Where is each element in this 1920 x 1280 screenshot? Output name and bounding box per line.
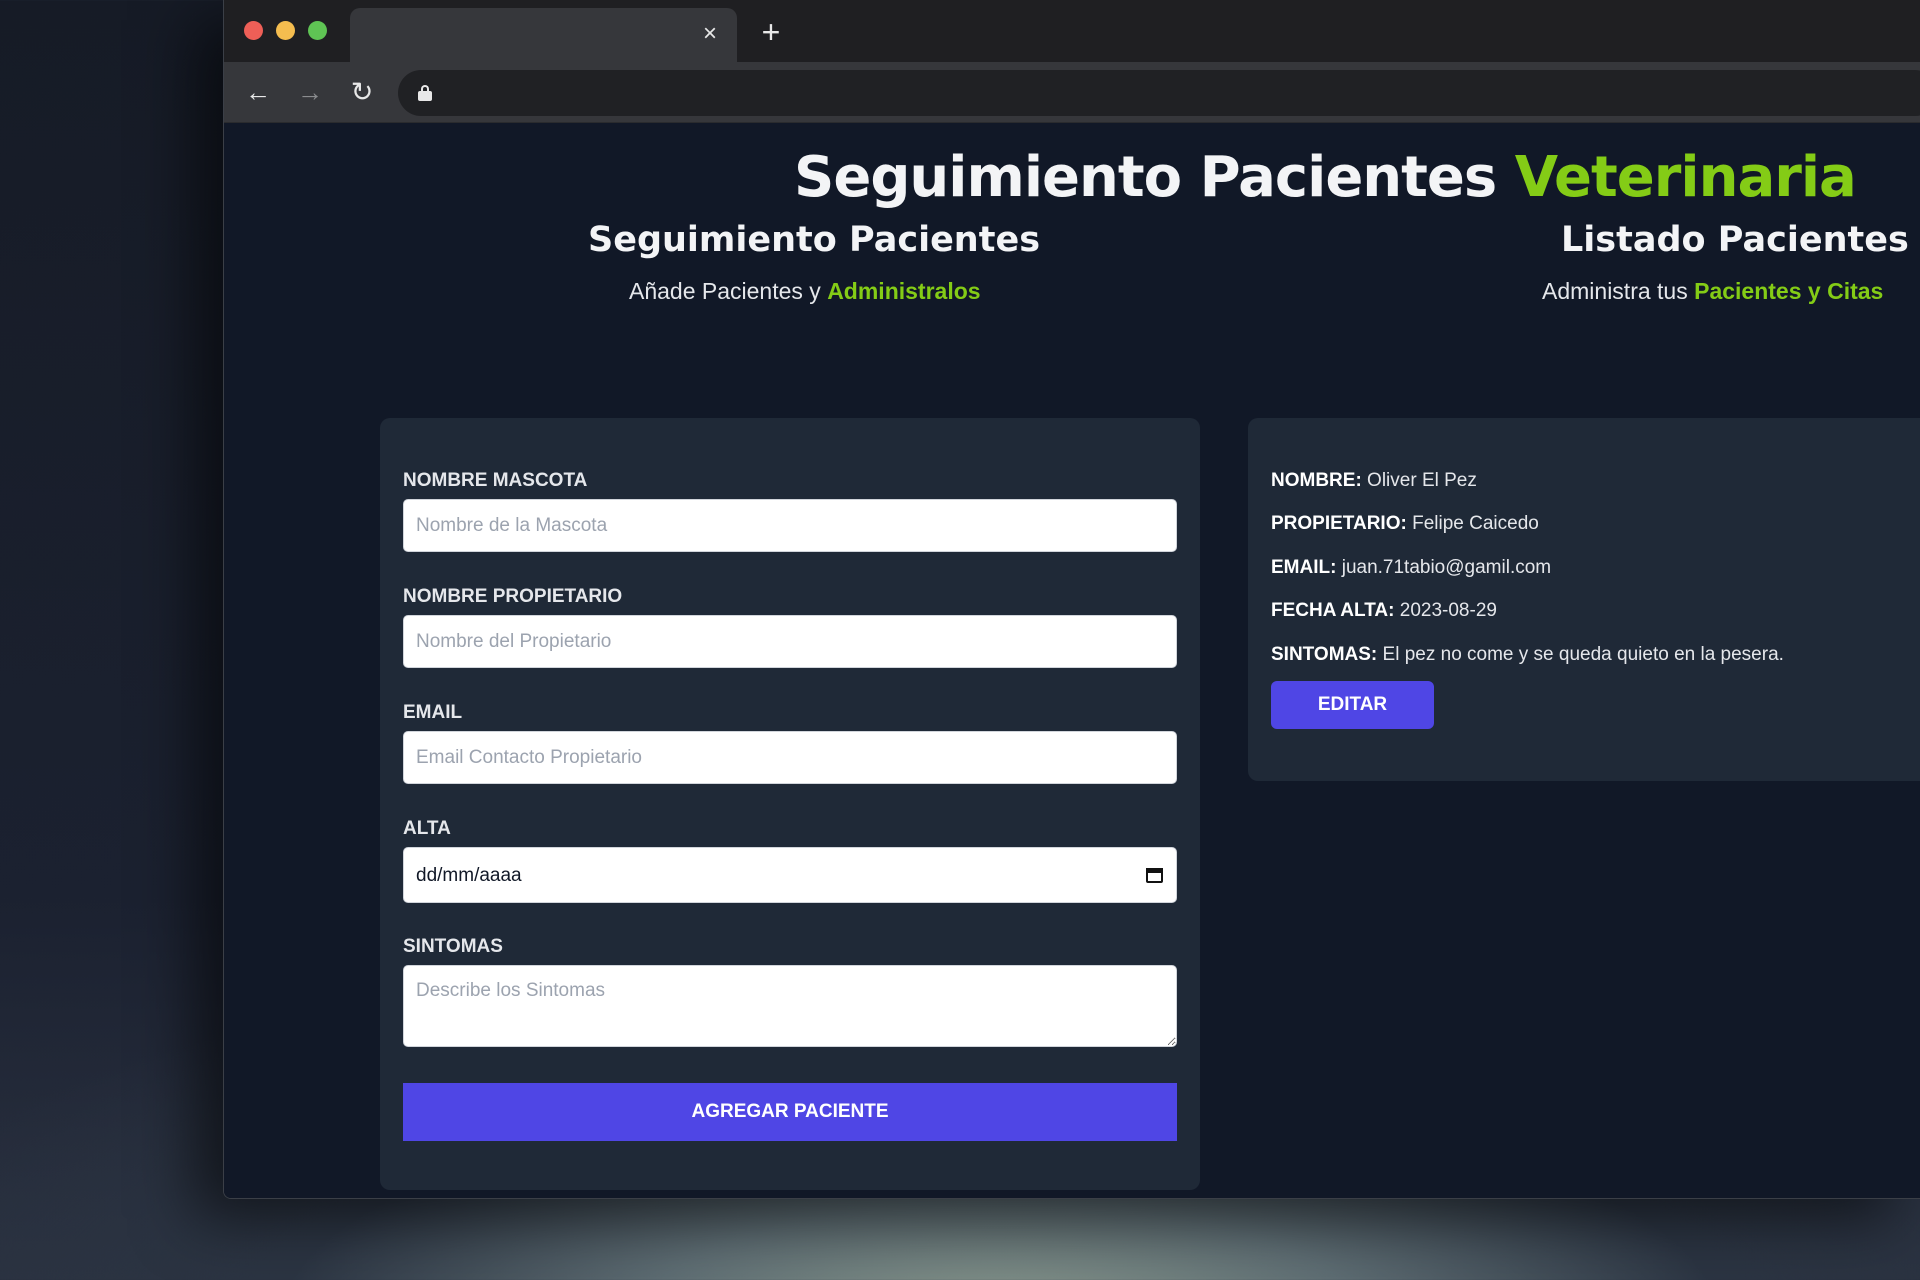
lock-icon [418, 85, 432, 101]
mascota-input[interactable] [403, 499, 1177, 552]
maximize-window-button[interactable] [308, 21, 327, 40]
forward-arrow-icon[interactable]: → [296, 78, 324, 106]
patient-fecha-label: FECHA ALTA: [1271, 600, 1395, 621]
alta-date-text: dd/mm/aaaa [416, 865, 522, 886]
address-bar[interactable] [398, 70, 1920, 116]
alta-date-input[interactable]: dd/mm/aaaa [403, 847, 1177, 903]
browser-tab[interactable]: × [350, 8, 737, 62]
list-section-title: Listado Pacientes [1561, 220, 1909, 260]
calendar-icon[interactable] [1146, 866, 1163, 883]
page-title: Seguimiento Pacientes Veterinaria [794, 145, 1857, 210]
minimize-window-button[interactable] [276, 21, 295, 40]
close-tab-icon[interactable]: × [697, 21, 723, 47]
email-input[interactable] [403, 731, 1177, 784]
patient-sintomas: SINTOMAS: El pez no come y se queda quie… [1271, 644, 1784, 666]
page-title-main: Seguimiento Pacientes [794, 145, 1515, 210]
patient-fecha-value: 2023-08-29 [1394, 600, 1497, 621]
form-section-subtitle: Añade Pacientes y Administralos [629, 278, 981, 305]
form-section-title: Seguimiento Pacientes [588, 220, 1041, 260]
list-subtitle-prefix: Administra tus [1542, 278, 1695, 304]
list-section-subtitle: Administra tus Pacientes y Citas [1542, 278, 1883, 305]
editar-button[interactable]: EDITAR [1271, 681, 1434, 729]
close-window-button[interactable] [244, 21, 263, 40]
form-subtitle-highlight: Administralos [827, 278, 981, 304]
reload-icon[interactable]: ↻ [348, 78, 376, 106]
alta-label: ALTA [403, 818, 451, 839]
browser-toolbar: ← → ↻ [224, 62, 1920, 123]
back-arrow-icon[interactable]: ← [244, 78, 272, 106]
sintomas-label: SINTOMAS [403, 936, 503, 957]
patient-nombre: NOMBRE: Oliver El Pez [1271, 470, 1477, 492]
list-subtitle-highlight: Pacientes y Citas [1694, 278, 1884, 304]
patient-propietario-value: Felipe Caicedo [1406, 513, 1539, 534]
patient-nombre-label: NOMBRE: [1271, 470, 1362, 491]
patient-card: NOMBRE: Oliver El Pez PROPIETARIO: Felip… [1248, 418, 1920, 781]
patient-propietario-label: PROPIETARIO: [1271, 513, 1407, 534]
browser-titlebar: × + [224, 0, 1920, 62]
patient-form: NOMBRE MASCOTA NOMBRE PROPIETARIO EMAIL … [380, 418, 1200, 1190]
new-tab-icon[interactable]: + [754, 16, 788, 48]
patient-email-label: EMAIL: [1271, 557, 1337, 578]
browser-window: × + ← → ↻ Seguimiento Pacientes Veterina… [223, 0, 1920, 1199]
app-page: Seguimiento Pacientes Veterinaria Seguim… [224, 123, 1920, 1198]
mascota-label: NOMBRE MASCOTA [403, 470, 588, 491]
propietario-label: NOMBRE PROPIETARIO [403, 586, 623, 607]
patient-fecha-alta: FECHA ALTA: 2023-08-29 [1271, 600, 1497, 622]
page-title-highlight: Veterinaria [1514, 145, 1857, 210]
patient-email: EMAIL: juan.71tabio@gamil.com [1271, 557, 1551, 579]
patient-propietario: PROPIETARIO: Felipe Caicedo [1271, 513, 1539, 535]
form-subtitle-prefix: Añade Pacientes y [629, 278, 828, 304]
sintomas-textarea[interactable] [403, 965, 1177, 1047]
propietario-input[interactable] [403, 615, 1177, 668]
patient-sintomas-label: SINTOMAS: [1271, 644, 1378, 665]
patient-email-value: juan.71tabio@gamil.com [1336, 557, 1552, 578]
agregar-paciente-button[interactable]: AGREGAR PACIENTE [403, 1083, 1177, 1141]
patient-sintomas-value: El pez no come y se queda quieto en la p… [1377, 644, 1784, 665]
email-label: EMAIL [403, 702, 463, 723]
patient-nombre-value: Oliver El Pez [1361, 470, 1477, 491]
